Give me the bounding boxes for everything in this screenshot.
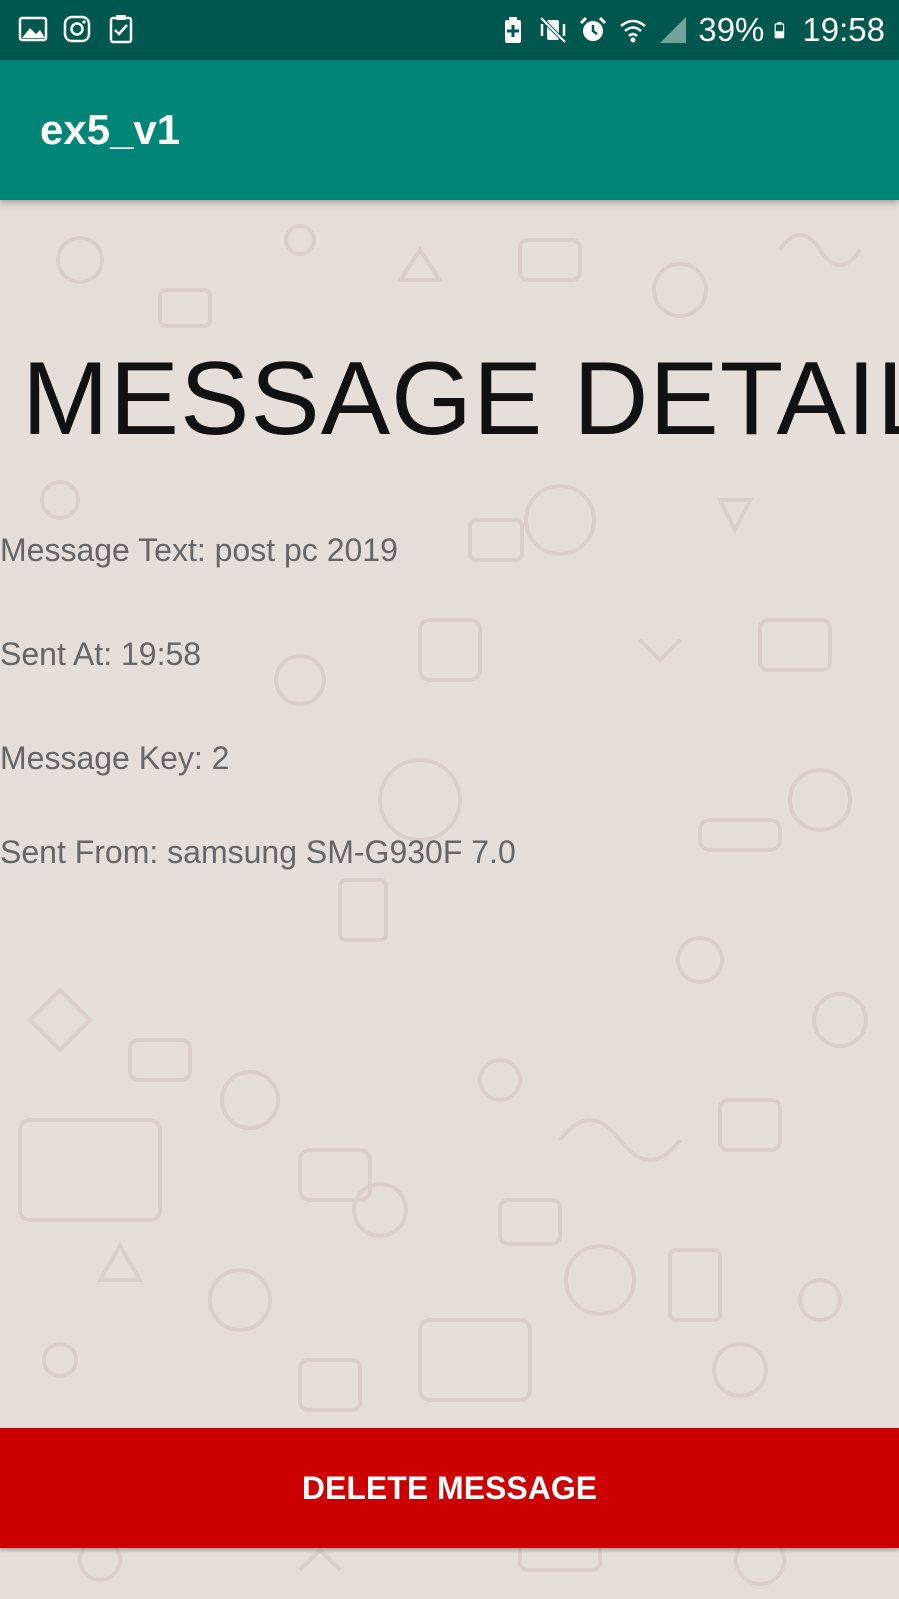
wifi-icon — [620, 19, 647, 43]
signal-icon — [660, 17, 687, 43]
vibrate-mute-icon — [539, 16, 567, 44]
page-title: MESSAGE DETAIL — [22, 341, 899, 457]
task-check-icon — [109, 15, 133, 44]
sent-from-label: Sent From: samsung SM-G930F 7.0 — [0, 834, 516, 870]
gallery-icon — [18, 16, 48, 42]
sent-at-label: Sent At: 19:58 — [0, 636, 202, 672]
status-bar-right: 39% 19:58 — [498, 8, 885, 52]
status-bar: 39% 19:58 — [0, 0, 899, 60]
battery-saver-icon — [505, 17, 522, 43]
battery-icon — [775, 22, 785, 39]
status-bar-left — [18, 14, 136, 44]
message-detail-content: MESSAGE DETAIL Message Text: post pc 201… — [0, 200, 899, 1599]
battery-percent: 39% — [698, 11, 765, 48]
message-key-label: Message Key: 2 — [0, 740, 230, 776]
message-text-label: Message Text: post pc 2019 — [0, 532, 398, 568]
instagram-icon — [63, 15, 91, 43]
app-bar: ex5_v1 — [0, 60, 899, 200]
clock: 19:58 — [802, 11, 885, 48]
app-title: ex5_v1 — [40, 106, 181, 153]
delete-message-button[interactable]: DELETE MESSAGE — [0, 1428, 899, 1548]
alarm-icon — [580, 16, 607, 41]
